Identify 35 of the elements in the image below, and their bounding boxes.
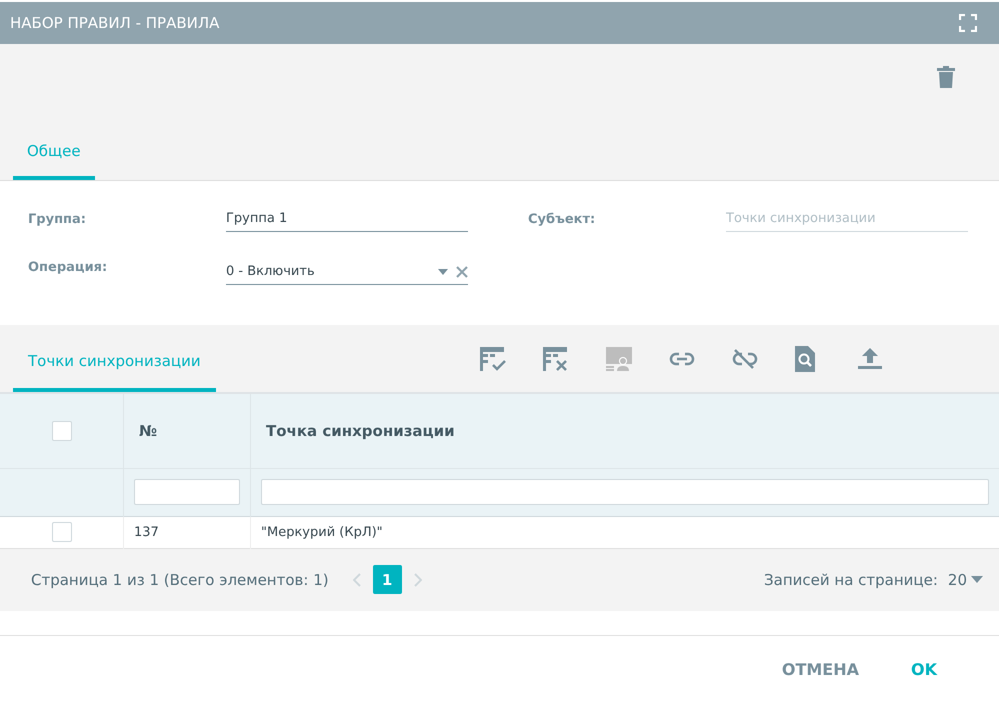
input-field[interactable]: Точки синхронизации xyxy=(726,206,968,232)
input-field[interactable]: Группа 1 xyxy=(226,206,468,232)
link-icon[interactable] xyxy=(668,352,695,366)
table-delete-icon[interactable] xyxy=(542,346,569,370)
document-search-icon[interactable] xyxy=(794,346,815,372)
dropdown-field[interactable]: 0 - Включить xyxy=(226,259,468,285)
clear-icon[interactable] xyxy=(456,266,468,278)
table-cell: 137 xyxy=(134,524,159,540)
fullscreen-icon[interactable] xyxy=(959,14,977,32)
ok-button[interactable]: OK xyxy=(899,652,949,687)
unlink-icon[interactable] xyxy=(732,348,758,368)
trash-icon[interactable] xyxy=(937,66,955,88)
tab[interactable]: Общее xyxy=(13,142,95,180)
field-label: Операция: xyxy=(28,260,108,274)
filter-field[interactable] xyxy=(261,479,989,505)
caret-icon[interactable] xyxy=(438,268,448,274)
previous-page-icon[interactable] xyxy=(352,572,361,586)
page-summary: Страница 1 из 1 (Всего элементов: 1) xyxy=(31,570,329,588)
column-header: Точка синхронизации xyxy=(266,422,455,440)
next-page-icon[interactable] xyxy=(414,572,422,586)
window-title: НАБОР ПРАВИЛ - ПРАВИЛА xyxy=(10,14,220,32)
table-cell: "Меркурий (КрЛ)" xyxy=(261,524,383,540)
upload-icon[interactable] xyxy=(858,348,882,370)
page-size-dropdown[interactable]: 20 xyxy=(948,570,983,588)
field-label: Субъект: xyxy=(528,212,596,226)
field-label: Группа: xyxy=(28,212,87,226)
page-size-label: Записей на странице: xyxy=(764,570,938,588)
caret-icon xyxy=(971,576,983,583)
column-header: № xyxy=(139,422,158,440)
filter-field[interactable] xyxy=(134,479,240,505)
table-check-icon[interactable] xyxy=(480,346,506,370)
checkbox[interactable] xyxy=(52,420,72,441)
page-button[interactable]: 1 xyxy=(372,565,402,594)
cancel-button[interactable]: ОТМЕНА xyxy=(770,652,871,687)
checkbox[interactable] xyxy=(52,522,72,542)
